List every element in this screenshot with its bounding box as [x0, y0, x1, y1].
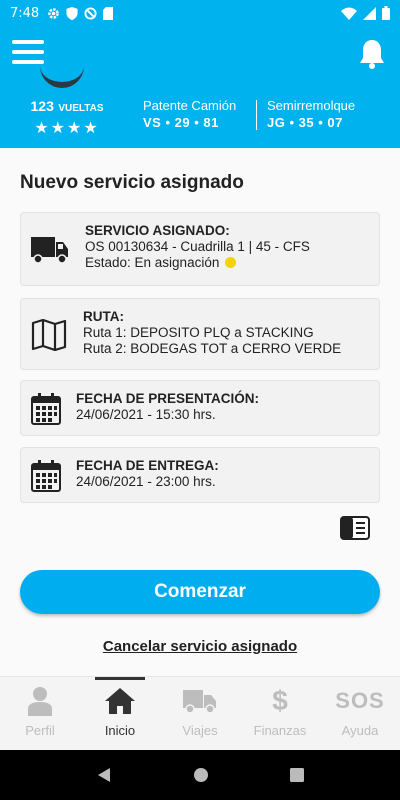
system-navigation-bar — [0, 750, 400, 800]
nav-item-finanzas[interactable]: $ Finanzas — [240, 677, 320, 750]
ruta-label: RUTA: — [83, 309, 124, 324]
dollar-icon: $ — [272, 685, 288, 716]
fecha-presentacion-card: FECHA DE PRESENTACIÓN: 24/06/2021 - 15:3… — [20, 380, 380, 436]
signal-icon — [363, 6, 376, 20]
menu-hamburger-icon[interactable] — [12, 40, 44, 66]
recents-icon[interactable] — [290, 768, 305, 782]
sos-icon: SOS — [335, 688, 385, 713]
nav-label-perfil: Perfil — [25, 723, 55, 738]
shield-icon — [66, 6, 78, 20]
nav-label-finanzas: Finanzas — [253, 723, 307, 738]
vueltas-unit: VUELTAS — [58, 103, 104, 114]
patente-value: VS • 29 • 81 — [143, 115, 219, 130]
nav-item-ayuda[interactable]: SOS Ayuda — [320, 677, 400, 750]
semi-label: Semirremolque — [267, 98, 356, 113]
page-title: Nuevo servicio asignado — [20, 172, 244, 193]
ruta-2: Ruta 2: BODEGAS TOT a CERRO VERDE — [83, 341, 342, 356]
fecha-presentacion-label: FECHA DE PRESENTACIÓN: — [76, 391, 260, 406]
nav-label-viajes: Viajes — [182, 723, 218, 738]
details-document-icon[interactable] — [340, 516, 370, 540]
fecha-entrega-label: FECHA DE ENTREGA: — [76, 458, 219, 473]
servicio-os: OS 00130634 - Cuadrilla 1 | 45 - CFS — [85, 239, 310, 254]
bottom-navigation: Perfil Inicio Viajes $ Finanzas SOS Ayud… — [0, 676, 400, 750]
vueltas-count: 123 — [30, 98, 54, 114]
battery-icon — [382, 6, 390, 20]
main-content: Nuevo servicio asignado SERVICIO ASIGNAD… — [0, 148, 400, 676]
nav-label-ayuda: Ayuda — [341, 723, 379, 738]
settings-gear-icon — [48, 7, 59, 19]
servicio-label: SERVICIO ASIGNADO: — [85, 223, 230, 238]
calendar-icon — [31, 460, 61, 492]
person-icon — [28, 687, 52, 716]
wifi-icon — [341, 7, 357, 20]
blocked-icon — [84, 6, 97, 20]
status-pending-dot — [225, 257, 237, 268]
truck-icon — [31, 237, 68, 264]
truck-icon — [183, 690, 216, 714]
nav-item-perfil[interactable]: Perfil — [0, 677, 80, 750]
semi-value: JG • 35 • 07 — [267, 115, 343, 130]
avatar — [40, 66, 84, 88]
status-time: 7:48 — [10, 5, 40, 21]
status-bar: 7:48 — [0, 0, 400, 26]
map-icon — [31, 319, 67, 351]
comenzar-button[interactable]: Comenzar — [20, 570, 380, 614]
nav-item-viajes[interactable]: Viajes — [160, 677, 240, 750]
home-icon — [105, 688, 135, 714]
patente-label: Patente Camión — [143, 98, 237, 113]
cancelar-servicio-link[interactable]: Cancelar servicio asignado — [0, 638, 400, 655]
back-icon[interactable] — [96, 767, 112, 783]
vueltas-stat: 123 VUELTAS ★★★★ — [22, 98, 112, 138]
calendar-icon — [31, 393, 61, 425]
header-divider — [256, 100, 257, 130]
nav-label-inicio: Inicio — [104, 723, 136, 738]
ruta-1: Ruta 1: DEPOSITO PLQ a STACKING — [83, 325, 314, 340]
fecha-entrega-value: 24/06/2021 - 23:00 hrs. — [76, 474, 216, 489]
home-circle-icon[interactable] — [193, 767, 209, 783]
notification-bell-icon[interactable] — [358, 38, 386, 70]
servicio-estado: Estado: En asignación — [85, 255, 220, 270]
servicio-card: SERVICIO ASIGNADO: OS 00130634 - Cuadril… — [20, 212, 380, 286]
ruta-card: RUTA: Ruta 1: DEPOSITO PLQ a STACKING Ru… — [20, 298, 380, 370]
patente-camion: Patente Camión VS • 29 • 81 — [143, 98, 236, 130]
semirremolque: Semirremolque JG • 35 • 07 — [267, 98, 355, 130]
fecha-entrega-card: FECHA DE ENTREGA: 24/06/2021 - 23:00 hrs… — [20, 447, 380, 503]
rating-stars-icon: ★★★★ — [34, 120, 100, 137]
nav-item-inicio[interactable]: Inicio — [80, 677, 160, 750]
fecha-presentacion-value: 24/06/2021 - 15:30 hrs. — [76, 407, 216, 422]
app-header: 123 VUELTAS ★★★★ Patente Camión VS • 29 … — [0, 26, 400, 148]
sd-card-icon — [103, 6, 114, 20]
